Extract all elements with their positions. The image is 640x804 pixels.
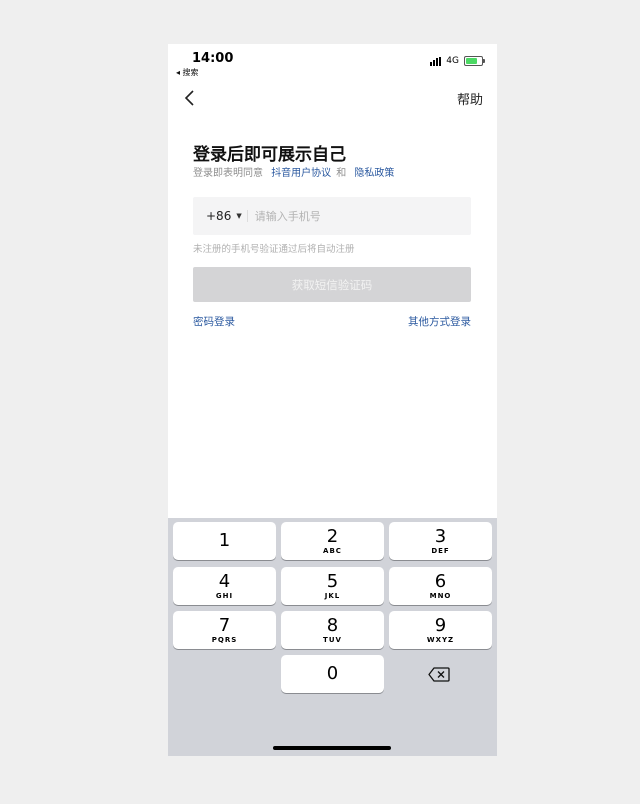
key-8[interactable]: 8 TUV bbox=[281, 611, 384, 649]
signal-icon bbox=[430, 56, 442, 66]
key-letters: WXYZ bbox=[426, 635, 455, 644]
dropdown-arrow-icon: ▼ bbox=[236, 212, 242, 220]
key-number: 9 bbox=[434, 614, 447, 636]
battery-level bbox=[466, 58, 477, 64]
page-title: 登录后即可展示自己 bbox=[193, 145, 346, 165]
country-code-select[interactable]: +86 ▼ bbox=[206, 209, 242, 223]
key-letters: TUV bbox=[323, 635, 342, 644]
key-letters: ABC bbox=[323, 546, 342, 555]
numeric-keypad: 1 2 ABC 3 DEF 4 GHI 5 JKL 6 MNO 7 PQRS 8… bbox=[168, 518, 497, 756]
privacy-policy-link[interactable]: 隐私政策 bbox=[354, 168, 394, 179]
key-letters: JKL bbox=[324, 591, 341, 600]
help-button[interactable]: 帮助 bbox=[457, 89, 483, 108]
country-code-value: +86 bbox=[206, 209, 232, 223]
home-indicator[interactable] bbox=[273, 746, 391, 750]
key-number: 5 bbox=[326, 570, 339, 592]
back-to-app-link[interactable]: ◂ 搜索 bbox=[176, 67, 199, 78]
phone-screen: 14:00 ◂ 搜索 4G 帮助 登录后即可展示自己 登录即表明同意 抖音用户协… bbox=[168, 44, 497, 756]
key-0[interactable]: 0 bbox=[281, 655, 384, 693]
key-number: 8 bbox=[326, 614, 339, 636]
key-number: 0 bbox=[326, 663, 339, 684]
key-2[interactable]: 2 ABC bbox=[281, 522, 384, 560]
key-5[interactable]: 5 JKL bbox=[281, 567, 384, 605]
key-number: 2 bbox=[326, 525, 339, 547]
divider bbox=[246, 210, 248, 222]
phone-field: +86 ▼ bbox=[193, 196, 471, 236]
other-login-link[interactable]: 其他方式登录 bbox=[408, 314, 471, 329]
chevron-left-icon bbox=[184, 90, 194, 106]
password-login-link[interactable]: 密码登录 bbox=[193, 314, 235, 329]
key-9[interactable]: 9 WXYZ bbox=[389, 611, 492, 649]
back-button[interactable] bbox=[178, 86, 202, 110]
user-agreement-link[interactable]: 抖音用户协议 bbox=[271, 168, 331, 179]
agreement-and: 和 bbox=[336, 168, 347, 179]
key-6[interactable]: 6 MNO bbox=[389, 567, 492, 605]
battery-icon bbox=[464, 56, 485, 66]
key-4[interactable]: 4 GHI bbox=[173, 567, 276, 605]
key-number: 4 bbox=[218, 570, 231, 592]
key-3[interactable]: 3 DEF bbox=[389, 522, 492, 560]
key-7[interactable]: 7 PQRS bbox=[173, 611, 276, 649]
key-number: 3 bbox=[434, 525, 447, 547]
key-number: 1 bbox=[218, 530, 231, 551]
delete-key[interactable] bbox=[387, 655, 490, 693]
network-type: 4G bbox=[446, 56, 459, 66]
agreement-prefix: 登录即表明同意 bbox=[193, 168, 263, 179]
get-sms-code-button[interactable]: 获取短信验证码 bbox=[193, 267, 471, 302]
key-1[interactable]: 1 bbox=[173, 522, 276, 560]
key-number: 7 bbox=[218, 614, 231, 636]
key-letters: MNO bbox=[429, 591, 452, 600]
backspace-icon bbox=[427, 666, 450, 682]
phone-number-input[interactable] bbox=[252, 196, 471, 236]
key-letters: DEF bbox=[431, 546, 450, 555]
register-hint: 未注册的手机号验证通过后将自动注册 bbox=[193, 244, 355, 255]
key-letters: PQRS bbox=[211, 635, 238, 644]
status-indicators: 4G bbox=[430, 56, 485, 66]
agreement-text: 登录即表明同意 抖音用户协议和 隐私政策 bbox=[193, 164, 399, 179]
status-time: 14:00 bbox=[192, 51, 234, 66]
key-letters: GHI bbox=[215, 591, 234, 600]
key-number: 6 bbox=[434, 570, 447, 592]
